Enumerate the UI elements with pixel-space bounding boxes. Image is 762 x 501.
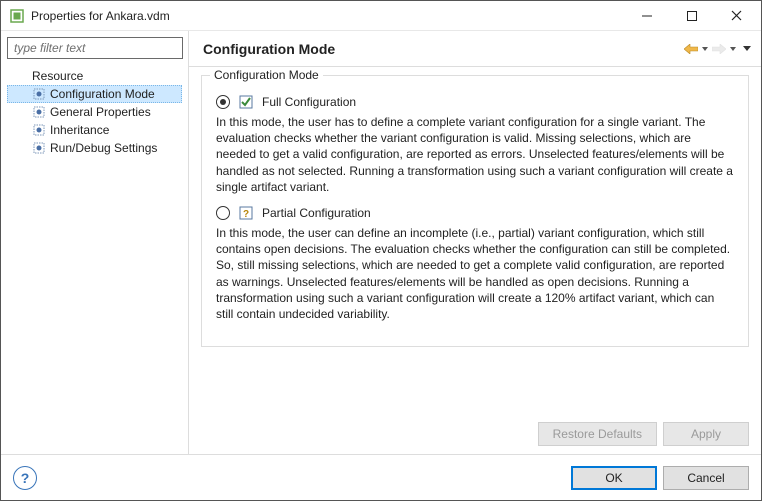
main-header: Configuration Mode — [189, 31, 761, 67]
window-controls — [624, 2, 759, 30]
nav-item-label: Run/Debug Settings — [50, 141, 157, 155]
sidebar: type filter text Resource Configuration … — [1, 31, 189, 454]
filter-input[interactable]: type filter text — [7, 37, 183, 59]
help-button[interactable]: ? — [13, 466, 37, 490]
forward-icon[interactable] — [711, 41, 727, 57]
apply-button[interactable]: Apply — [663, 422, 749, 446]
main-panel: Configuration Mode Configuration Mode — [189, 31, 761, 454]
restore-defaults-button[interactable]: Restore Defaults — [538, 422, 657, 446]
back-menu-icon[interactable] — [701, 41, 709, 57]
config-icon — [32, 123, 46, 137]
nav-item-resource[interactable]: Resource — [7, 67, 182, 85]
option-desc: In this mode, the user has to define a c… — [216, 114, 734, 195]
option-row[interactable]: ? Partial Configuration — [216, 205, 734, 221]
header-nav — [683, 41, 751, 57]
svg-text:?: ? — [243, 209, 249, 220]
content-area: type filter text Resource Configuration … — [1, 31, 761, 454]
nav-item-run-debug[interactable]: Run/Debug Settings — [7, 139, 182, 157]
config-icon — [32, 105, 46, 119]
radio-partial-config[interactable] — [216, 206, 230, 220]
action-row: Restore Defaults Apply — [189, 416, 761, 454]
option-partial-config: ? Partial Configuration In this mode, th… — [216, 205, 734, 322]
minimize-button[interactable] — [624, 2, 669, 30]
nav-item-label: Configuration Mode — [50, 87, 155, 101]
option-label: Partial Configuration — [262, 206, 371, 220]
radio-full-config[interactable] — [216, 95, 230, 109]
group-legend: Configuration Mode — [210, 68, 323, 82]
window-title: Properties for Ankara.vdm — [31, 9, 624, 23]
option-desc: In this mode, the user can define an inc… — [216, 225, 734, 322]
nav-item-configuration-mode[interactable]: Configuration Mode — [7, 85, 182, 103]
config-icon — [32, 141, 46, 155]
nav-item-label: Resource — [32, 69, 83, 83]
forward-menu-icon[interactable] — [729, 41, 737, 57]
app-icon — [9, 8, 25, 24]
partial-config-icon: ? — [238, 205, 254, 221]
ok-button[interactable]: OK — [571, 466, 657, 490]
option-label: Full Configuration — [262, 95, 356, 109]
cancel-button[interactable]: Cancel — [663, 466, 749, 490]
nav-item-general-properties[interactable]: General Properties — [7, 103, 182, 121]
config-icon — [32, 87, 46, 101]
nav-item-inheritance[interactable]: Inheritance — [7, 121, 182, 139]
titlebar: Properties for Ankara.vdm — [1, 1, 761, 31]
group-area: Configuration Mode Full Configuration In… — [189, 67, 761, 416]
full-config-icon — [238, 94, 254, 110]
nav-tree: Resource Configuration Mode General Prop… — [7, 67, 182, 157]
close-button[interactable] — [714, 2, 759, 30]
maximize-button[interactable] — [669, 2, 714, 30]
view-menu-icon[interactable] — [743, 41, 751, 57]
config-mode-group: Configuration Mode Full Configuration In… — [201, 75, 749, 347]
nav-item-label: Inheritance — [50, 123, 109, 137]
option-row[interactable]: Full Configuration — [216, 94, 734, 110]
footer: ? OK Cancel — [1, 454, 761, 500]
page-title: Configuration Mode — [203, 41, 683, 57]
option-full-config: Full Configuration In this mode, the use… — [216, 94, 734, 195]
back-icon[interactable] — [683, 41, 699, 57]
nav-item-label: General Properties — [50, 105, 151, 119]
